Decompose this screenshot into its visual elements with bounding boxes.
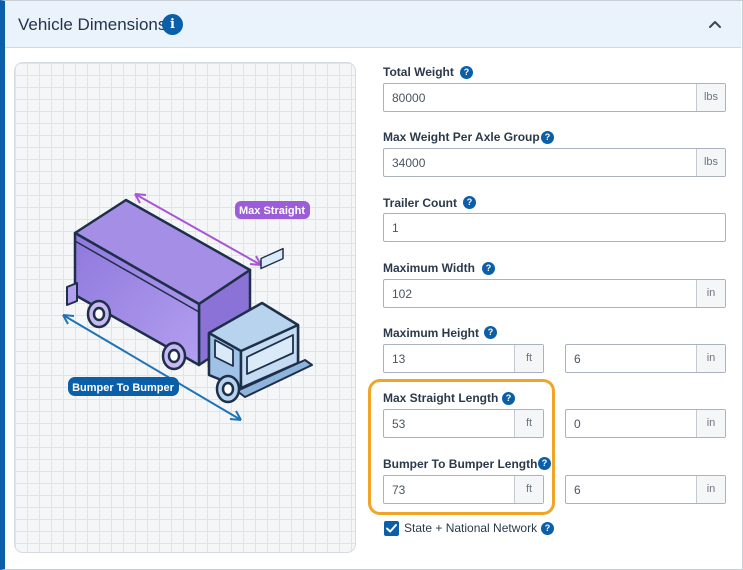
maximum-height-in-unit: in — [696, 345, 725, 372]
max-straight-length-in-unit: in — [696, 410, 725, 437]
max-weight-axle-label: Max Weight Per Axle Group — [383, 130, 540, 144]
maximum-height-ft-field: ft — [383, 344, 544, 373]
network-help-icon[interactable]: ? — [541, 522, 554, 535]
svg-text:Max Straight: Max Straight — [239, 205, 305, 217]
trailer-count-input[interactable] — [384, 214, 725, 241]
bumper-length-in-unit: in — [696, 476, 725, 503]
maximum-width-input[interactable] — [384, 280, 696, 307]
total-weight-label: Total Weight — [383, 65, 454, 79]
max-straight-length-in-input[interactable] — [566, 410, 696, 437]
max-weight-axle-help-icon[interactable]: ? — [541, 131, 554, 144]
maximum-height-label: Maximum Height — [383, 326, 480, 340]
info-icon[interactable]: i — [162, 14, 183, 35]
maximum-height-ft-unit: ft — [514, 345, 543, 372]
truck-drawing: Max Straight Bumper To Bumper — [62, 193, 313, 421]
length-fields-highlight — [368, 379, 555, 515]
maximum-height-help-icon[interactable]: ? — [484, 326, 497, 339]
maximum-width-field: in — [383, 279, 726, 308]
maximum-height-ft-input[interactable] — [384, 345, 514, 372]
maximum-height-in-input[interactable] — [566, 345, 696, 372]
checkmark-icon — [386, 524, 397, 533]
trailer-count-help-icon[interactable]: ? — [463, 196, 476, 209]
maximum-height-in-field: in — [565, 344, 726, 373]
maximum-width-label: Maximum Width — [383, 261, 475, 275]
max-weight-axle-field: lbs — [383, 148, 726, 177]
total-weight-unit: lbs — [696, 84, 725, 111]
network-checkbox[interactable] — [384, 521, 399, 536]
max-straight-label: Max Straight — [235, 201, 310, 219]
total-weight-field: lbs — [383, 83, 726, 112]
maximum-width-unit: in — [696, 280, 725, 307]
max-weight-axle-unit: lbs — [696, 149, 725, 176]
bumper-length-in-field: in — [565, 475, 726, 504]
bumper-label: Bumper To Bumper — [68, 377, 179, 396]
panel-header[interactable]: Vehicle Dimensions i — [5, 1, 741, 48]
total-weight-help-icon[interactable]: ? — [460, 66, 473, 79]
total-weight-input[interactable] — [384, 84, 696, 111]
trailer-count-field — [383, 213, 726, 242]
trailer-count-label: Trailer Count — [383, 196, 458, 210]
svg-text:Bumper To Bumper: Bumper To Bumper — [72, 382, 175, 394]
bumper-length-in-input[interactable] — [566, 476, 696, 503]
panel-title: Vehicle Dimensions — [18, 15, 167, 34]
network-checkbox-label[interactable]: State + National Network — [404, 521, 537, 535]
truck-illustration: Max Straight Bumper To Bumper — [14, 62, 356, 553]
max-weight-axle-input[interactable] — [384, 149, 696, 176]
maximum-width-help-icon[interactable]: ? — [482, 262, 495, 275]
max-straight-length-in-field: in — [565, 409, 726, 438]
chevron-up-icon[interactable] — [705, 15, 725, 35]
